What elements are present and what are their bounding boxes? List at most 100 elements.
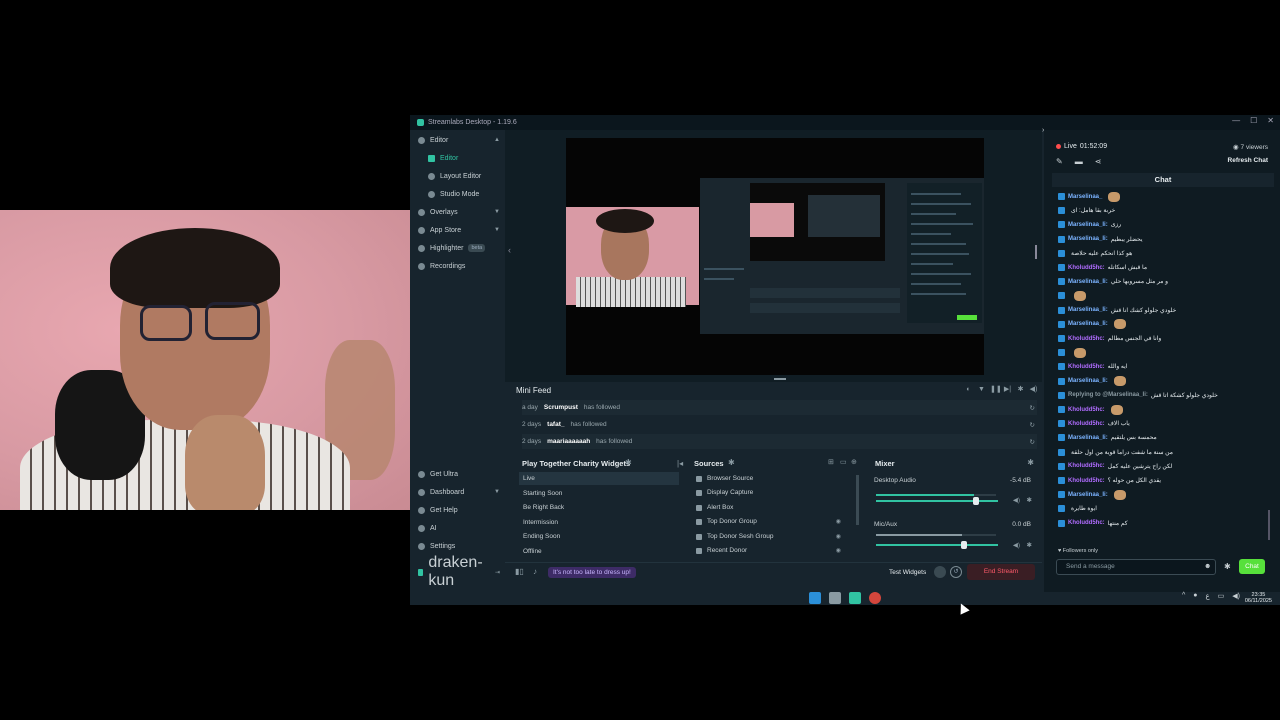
chat-username[interactable]: Kholudd5hc: (1068, 421, 1105, 427)
chat-username[interactable]: Marselinaa_Ii: (1068, 435, 1108, 441)
scrollbar[interactable] (856, 475, 859, 525)
chat-username[interactable]: Replying to @Marselinaa_Ii: (1068, 392, 1148, 398)
mic-icon[interactable]: ● (1193, 592, 1197, 600)
pause-icon[interactable]: ❚❚ (990, 385, 1002, 394)
scene-item[interactable]: Starting Soon (523, 487, 562, 500)
sidebar-item-get-help[interactable]: Get Help (418, 503, 500, 517)
volume-slider[interactable] (876, 497, 998, 505)
sidebar-item-layout-editor[interactable]: Layout Editor (428, 169, 500, 183)
chat-username[interactable]: Marselinaa_Ii: (1068, 378, 1108, 384)
filter-icon[interactable]: ▼ (977, 385, 986, 394)
source-item[interactable]: Browser Source (696, 472, 841, 485)
replay-buffer-icon[interactable]: ↺ (950, 566, 962, 578)
chevron-up-icon[interactable]: ^ (1182, 592, 1185, 600)
sidebar-item-settings[interactable]: Settings (418, 539, 500, 553)
chat-username[interactable]: Marselinaa_Ii: (1068, 307, 1108, 313)
sidebar-item-get-ultra[interactable]: Get Ultra (418, 467, 500, 481)
chat-input[interactable]: Send a message (1056, 559, 1216, 575)
source-item[interactable]: Display Capture (696, 486, 841, 499)
chat-username[interactable]: Marselinaa_Ii: (1068, 236, 1108, 242)
stream-preview[interactable]: ‹ (505, 130, 1042, 382)
close-icon[interactable]: ✕ (1267, 116, 1274, 125)
test-widgets-button[interactable]: Test Widgets (889, 569, 926, 576)
chat-username[interactable]: Marselinaa_ (1068, 194, 1102, 200)
chevron-up-icon[interactable]: ▲ (494, 137, 500, 143)
add-icon[interactable]: ⊕ (851, 458, 857, 466)
chat-username[interactable]: Kholudd5hc: (1068, 407, 1105, 413)
volume-icon[interactable]: ◀) (1232, 592, 1240, 600)
maximize-icon[interactable]: ☐ (1250, 116, 1257, 125)
source-item[interactable]: Top Donor Group ◉ (696, 515, 841, 528)
add-source-icon[interactable]: ⊞ (828, 458, 834, 466)
gear-icon[interactable]: ✱ (1027, 458, 1034, 467)
task-view-icon[interactable] (829, 592, 841, 604)
eye-icon[interactable]: ◉ (836, 518, 841, 525)
send-chat-button[interactable]: Chat (1239, 559, 1265, 574)
sidebar-item-recordings[interactable]: Recordings (418, 259, 500, 273)
scene-item[interactable]: Be Right Back (523, 501, 564, 514)
eye-icon[interactable]: ◉ (836, 533, 841, 540)
chat-username[interactable]: Kholudd5hc: (1068, 478, 1105, 484)
speaker-icon[interactable]: ◀) (1013, 541, 1020, 549)
logout-icon[interactable]: ⇥ (495, 569, 500, 576)
skip-icon[interactable]: ▶| (1003, 385, 1012, 394)
source-item[interactable]: Top Donor Sesh Group ◉ (696, 530, 841, 543)
chat-username[interactable]: Kholudd5hc: (1068, 520, 1105, 526)
edit-icon[interactable]: ✎ (1056, 157, 1063, 166)
chrome-icon[interactable] (869, 592, 881, 604)
chat-username[interactable]: Marselinaa_Ii: (1068, 279, 1108, 285)
record-button[interactable] (934, 566, 946, 578)
chevron-down-icon[interactable]: ▼ (494, 209, 500, 215)
repeat-icon[interactable]: ↻ (1030, 438, 1035, 446)
sidebar-item-dashboard[interactable]: Dashboard ▼ (418, 485, 500, 499)
sidebar-item-editor[interactable]: Editor ▲ (418, 133, 500, 147)
scrollbar[interactable] (1268, 510, 1270, 540)
scene-collapse-icon[interactable]: |◂ (677, 459, 683, 468)
notification-icon[interactable]: ♪ (533, 567, 537, 576)
refresh-chat-button[interactable]: Refresh Chat (1228, 157, 1268, 164)
chat-username[interactable]: Marselinaa_Ii: (1068, 321, 1108, 327)
sidebar-item-studio-mode[interactable]: Studio Mode (428, 187, 500, 201)
repeat-icon[interactable]: ↻ (1030, 404, 1035, 412)
minimize-icon[interactable]: — (1232, 116, 1240, 125)
gear-icon[interactable]: ✱ (1016, 385, 1025, 394)
source-item[interactable]: Alert Box (696, 501, 841, 514)
volume-slider[interactable] (876, 541, 998, 549)
scene-item[interactable]: Live (519, 472, 679, 485)
gear-icon[interactable]: ✱ (1027, 541, 1032, 549)
end-stream-button[interactable]: End Stream (967, 564, 1035, 580)
settings-icon[interactable]: ◐ (964, 385, 973, 394)
gear-icon[interactable]: ✱ (625, 458, 632, 467)
chevron-left-icon[interactable]: ‹ (508, 245, 511, 255)
volume-icon[interactable]: ◀) (1029, 385, 1038, 394)
chevron-down-icon[interactable]: ▼ (494, 227, 500, 233)
scene-item[interactable]: Ending Soon (523, 530, 560, 543)
sidebar-item-highlighter[interactable]: Highlighter beta (418, 241, 500, 255)
sidebar-item-editor-sub[interactable]: Editor (428, 151, 500, 165)
chat-username[interactable]: Kholudd5hc: (1068, 336, 1105, 342)
stats-icon[interactable]: ▮▯ (515, 567, 524, 576)
network-icon[interactable]: ▭ (1218, 592, 1225, 600)
eye-icon[interactable]: ◉ (836, 547, 841, 554)
sidebar-item-app-store[interactable]: App Store ▼ (418, 223, 500, 237)
windows-start-icon[interactable] (809, 592, 821, 604)
chat-username[interactable]: Kholudd5hc: (1068, 463, 1105, 469)
language-icon[interactable]: ع (1205, 592, 1209, 600)
gear-icon[interactable]: ✱ (728, 458, 735, 467)
share-icon[interactable]: ⋖ (1095, 157, 1102, 166)
sidebar-item-overlays[interactable]: Overlays ▼ (418, 205, 500, 219)
gear-icon[interactable]: ✱ (1027, 496, 1032, 504)
source-item[interactable]: Recent Donor ◉ (696, 544, 841, 557)
gear-icon[interactable]: ✱ (1224, 562, 1231, 571)
repeat-icon[interactable]: ↻ (1030, 421, 1035, 429)
chat-username[interactable]: Kholudd5hc: (1068, 364, 1105, 370)
sidebar-item-ai[interactable]: AI (418, 521, 500, 535)
streamlabs-taskbar-icon[interactable] (849, 592, 861, 604)
chat-username[interactable]: Marselinaa_Ii: (1068, 222, 1108, 228)
resize-handle[interactable] (1035, 245, 1037, 259)
chat-username[interactable]: Kholudd5hc: (1068, 265, 1105, 271)
chat-username[interactable]: Marselinaa_Ii: (1068, 492, 1108, 498)
folder-icon[interactable]: ▬ (1075, 157, 1083, 166)
promo-banner[interactable]: It's not too late to dress up! (548, 567, 636, 578)
drag-handle[interactable] (774, 378, 786, 380)
